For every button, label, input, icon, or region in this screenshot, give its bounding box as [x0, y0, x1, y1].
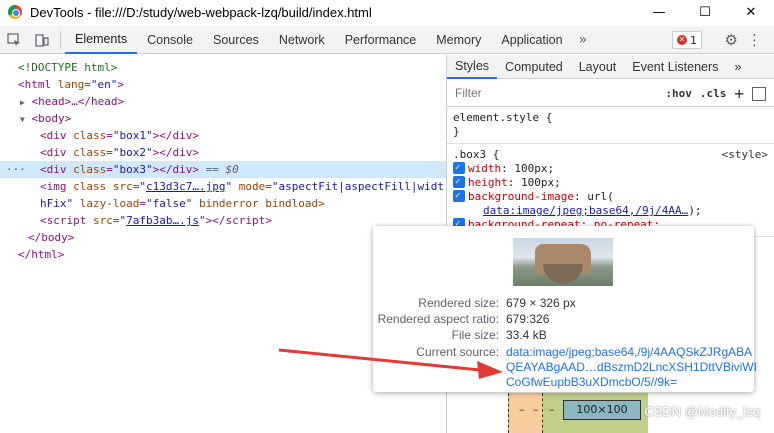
- dom-img-cont[interactable]: hFix" lazy-load="false" binderror bindlo…: [0, 195, 446, 212]
- image-thumbnail: [513, 238, 613, 286]
- rendered-size-value: 679 × 326 px: [506, 296, 576, 310]
- current-source-line-1[interactable]: data:image/jpeg;base64,/9j/4AAQSkZJRgABA: [506, 344, 752, 360]
- minimize-button[interactable]: —: [636, 0, 682, 24]
- tab-styles[interactable]: Styles: [447, 55, 498, 79]
- dom-div-box2[interactable]: <div class="box2"></div>: [0, 144, 446, 161]
- box3-rule-block[interactable]: .box3 { <style> width: 100px; height: 10…: [447, 144, 774, 237]
- script-src-link[interactable]: 7afb3ab….js: [126, 214, 199, 227]
- selected-marker: == $0: [205, 163, 239, 176]
- dom-doctype[interactable]: <!DOCTYPE html>: [0, 59, 446, 76]
- dom-head[interactable]: ▶ <head>…</head>: [0, 93, 446, 110]
- more-subtabs-icon[interactable]: »: [726, 55, 749, 79]
- dom-div-box3[interactable]: ··· <div class="box3"></div> == $0: [0, 161, 446, 178]
- gear-icon[interactable]: ⚙: [725, 31, 738, 49]
- error-count: 1: [690, 33, 697, 47]
- tab-layout[interactable]: Layout: [571, 55, 625, 79]
- red-arrow-annotation: [278, 348, 503, 379]
- file-size-label: File size:: [451, 328, 499, 342]
- dom-html[interactable]: <html lang="en">: [0, 76, 446, 93]
- height-checkbox[interactable]: [453, 175, 465, 189]
- current-source-line-2[interactable]: QEAYABgAAD…dBszmD2LncXSH1DttVBiviWI: [506, 359, 757, 375]
- new-rule-icon[interactable]: +: [734, 84, 744, 103]
- aspect-ratio-value: 679:326: [506, 312, 550, 326]
- collapse-triangle-icon[interactable]: ▼: [20, 115, 25, 124]
- filter-input[interactable]: [455, 85, 605, 100]
- kebab-icon[interactable]: ⋮: [747, 31, 762, 49]
- error-count-badge[interactable]: ✕ 1: [672, 31, 702, 49]
- more-actions-icon[interactable]: ···: [6, 161, 26, 178]
- width-checkbox[interactable]: [453, 161, 465, 175]
- img-src-link[interactable]: c13d3c7….jpg: [146, 180, 225, 193]
- box-model-content[interactable]: 100×100: [563, 400, 641, 420]
- tab-memory[interactable]: Memory: [426, 26, 491, 54]
- rule-origin[interactable]: <style>: [722, 148, 768, 161]
- dom-div-box1[interactable]: <div class="box1"></div>: [0, 127, 446, 144]
- rendered-size-label: Rendered size:: [418, 296, 499, 310]
- device-toolbar-icon[interactable]: [28, 26, 56, 54]
- tab-event-listeners[interactable]: Event Listeners: [624, 55, 726, 79]
- dom-img[interactable]: <img class src="c13d3c7….jpg" mode="aspe…: [0, 178, 446, 195]
- tab-sources[interactable]: Sources: [203, 26, 269, 54]
- maximize-button[interactable]: ☐: [682, 0, 728, 24]
- cls-toggle[interactable]: .cls: [700, 87, 727, 100]
- dom-body[interactable]: ▼ <body>: [0, 110, 446, 127]
- tab-application[interactable]: Application: [491, 26, 572, 54]
- hov-toggle[interactable]: :hov: [665, 87, 692, 100]
- tab-elements[interactable]: Elements: [65, 26, 138, 54]
- error-icon: ✕: [677, 35, 687, 45]
- bg-image-url-link[interactable]: data:image/jpeg;base64,/9j/4AA…: [483, 204, 688, 217]
- expand-triangle-icon[interactable]: ▶: [20, 98, 25, 107]
- sidebar-toggle-icon[interactable]: [752, 86, 766, 101]
- tab-performance[interactable]: Performance: [335, 26, 427, 54]
- devtools-toolbar: Elements Console Sources Network Perform…: [0, 26, 774, 54]
- styles-subtabs: Styles Computed Layout Event Listeners »: [447, 55, 774, 79]
- tab-console[interactable]: Console: [137, 26, 203, 54]
- window-title: DevTools - file:///D:/study/web-webpack-…: [30, 4, 372, 20]
- styles-filter-bar: :hov .cls +: [447, 79, 774, 107]
- bg-image-checkbox[interactable]: [453, 189, 465, 203]
- title-bar: DevTools - file:///D:/study/web-webpack-…: [0, 0, 774, 24]
- aspect-ratio-label: Rendered aspect ratio:: [377, 312, 499, 326]
- current-source-line-3[interactable]: CoGfwEupbB3uXDmcbO/5//9k=: [506, 374, 746, 390]
- watermark: CSDN @Modify_lzq: [644, 404, 760, 419]
- tab-network[interactable]: Network: [269, 26, 335, 54]
- element-style-block[interactable]: element.style { }: [447, 107, 774, 144]
- close-button[interactable]: ✕: [728, 0, 774, 24]
- tab-computed[interactable]: Computed: [497, 55, 571, 79]
- inspect-element-icon[interactable]: [0, 26, 28, 54]
- file-size-value: 33.4 kB: [506, 328, 547, 342]
- box-model-diagram: – – – 100×100: [508, 393, 648, 433]
- more-tabs-icon[interactable]: »: [573, 32, 594, 48]
- chrome-icon: [8, 5, 22, 19]
